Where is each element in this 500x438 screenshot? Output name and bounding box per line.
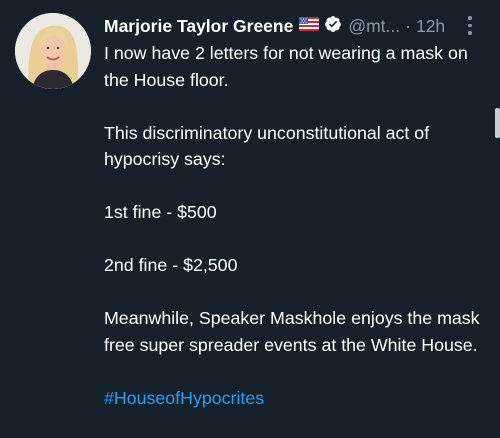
tweet-text: I now have 2 letters for not wearing a m… xyxy=(104,40,489,411)
tweet-paragraph: Meanwhile, Speaker Maskhole enjoys the m… xyxy=(104,308,480,355)
tweet-paragraph: I now have 2 letters for not wearing a m… xyxy=(104,43,468,90)
author-name[interactable]: Marjorie Taylor Greene xyxy=(104,16,293,37)
tweet-paragraph: This discriminatory unconstitutional act… xyxy=(104,122,430,170)
hashtag-link[interactable]: #HouseofHypocrites xyxy=(104,385,489,412)
us-flag-icon xyxy=(299,16,320,36)
tweet-content: Marjorie Taylor Greene @mt... · 12h I no… xyxy=(104,13,489,438)
tweet-paragraph: 1st fine - $500 xyxy=(104,202,217,222)
tweet-paragraph: 2nd fine - $2,500 xyxy=(104,255,238,275)
more-vertical-icon[interactable] xyxy=(463,16,477,38)
tweet-header: Marjorie Taylor Greene @mt... · 12h xyxy=(104,13,489,39)
tweet-timestamp[interactable]: 12h xyxy=(416,16,445,37)
scrollbar[interactable] xyxy=(495,108,500,138)
author-handle[interactable]: @mt... xyxy=(348,16,400,37)
avatar[interactable] xyxy=(15,13,91,89)
verified-badge-icon xyxy=(324,15,342,38)
header-separator: · xyxy=(405,15,411,36)
tweet[interactable]: Marjorie Taylor Greene @mt... · 12h I no… xyxy=(0,0,500,422)
